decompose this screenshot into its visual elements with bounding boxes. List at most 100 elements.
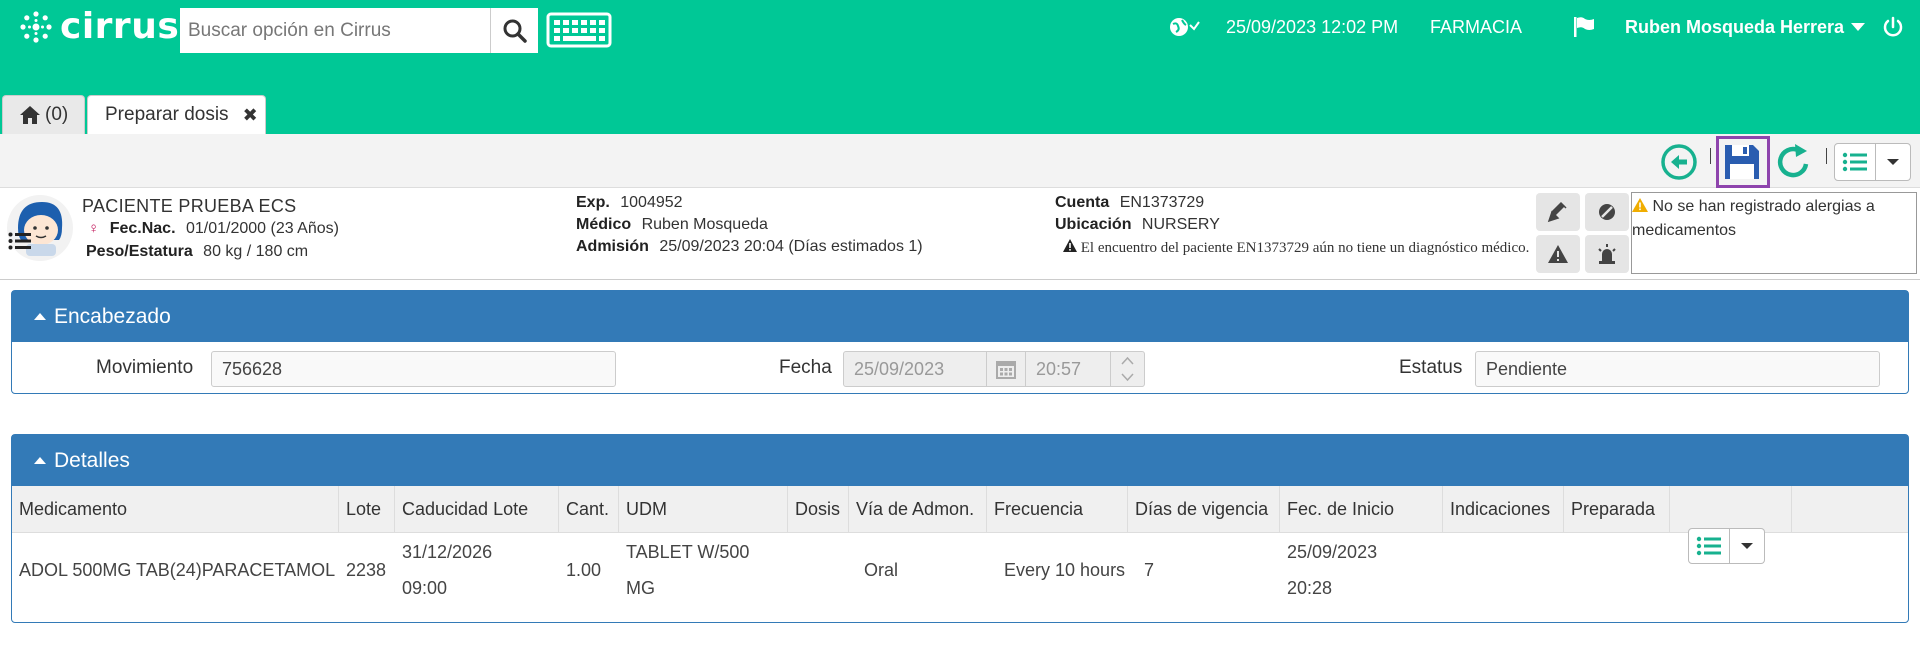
toolbar-separator bbox=[1710, 148, 1711, 164]
notifications-button[interactable] bbox=[1572, 0, 1596, 54]
column-header[interactable]: Vía de Admon. bbox=[849, 486, 987, 533]
row-options-dropdown[interactable] bbox=[1730, 528, 1765, 564]
column-header[interactable]: Fec. de Inicio bbox=[1280, 486, 1443, 533]
column-header[interactable]: Caducidad Lote bbox=[395, 486, 559, 533]
app-logo[interactable]: cirrus bbox=[18, 6, 179, 47]
column-header[interactable]: Preparada bbox=[1564, 486, 1670, 533]
birth-label: Fec.Nac. bbox=[109, 220, 176, 237]
caret-down-icon bbox=[1741, 543, 1753, 549]
search-button[interactable] bbox=[490, 8, 538, 53]
cell-dias: 7 bbox=[1144, 560, 1155, 580]
search-input[interactable] bbox=[180, 8, 490, 53]
cell-via: Oral bbox=[864, 560, 899, 580]
column-header[interactable]: Indicaciones bbox=[1443, 486, 1564, 533]
syringe-icon bbox=[1547, 201, 1567, 223]
list-icon bbox=[1842, 152, 1867, 172]
caret-down-icon bbox=[1851, 23, 1866, 31]
detalles-header[interactable]: Detalles bbox=[12, 435, 1908, 486]
column-header[interactable]: Medicamento bbox=[12, 486, 339, 533]
cell-udm-cont: MG bbox=[626, 578, 655, 598]
movimiento-field[interactable]: 756628 bbox=[211, 351, 616, 387]
list-icon bbox=[1696, 536, 1721, 556]
diagnosis-warning-text: El encuentro del paciente EN1373729 aún … bbox=[1080, 240, 1530, 256]
back-button[interactable] bbox=[1659, 142, 1699, 187]
estatus-field[interactable]: Pendiente bbox=[1475, 351, 1880, 387]
tab-preparar-dosis[interactable]: Preparar dosis ✖ bbox=[87, 95, 266, 134]
detalles-panel: Detalles Medicamento Lote Caducidad Lote… bbox=[11, 434, 1909, 623]
patient-doctor: Médico Ruben Mosqueda bbox=[576, 216, 768, 234]
refresh-icon bbox=[1777, 144, 1809, 178]
siren-icon bbox=[1598, 244, 1616, 264]
language-selector[interactable] bbox=[1168, 0, 1202, 54]
exp-label: Exp. bbox=[576, 194, 610, 211]
row-actions-group bbox=[1688, 528, 1765, 564]
tab-home-label: (0) bbox=[45, 104, 69, 125]
column-header[interactable]: Frecuencia bbox=[987, 486, 1128, 533]
admission-value: 25/09/2023 20:04 (Días estimados 1) bbox=[659, 238, 923, 255]
patient-menu-button[interactable] bbox=[8, 232, 32, 255]
encabezado-title: Encabezado bbox=[54, 304, 171, 328]
cell-inicio-time: 20:28 bbox=[1287, 578, 1333, 598]
keyboard-button[interactable] bbox=[546, 12, 612, 48]
restrictions-button[interactable] bbox=[1585, 193, 1629, 231]
calendar-button[interactable] bbox=[986, 351, 1026, 387]
hora-stepper[interactable] bbox=[1110, 351, 1145, 387]
account-value: EN1373729 bbox=[1119, 194, 1205, 211]
alerts-button[interactable] bbox=[1536, 235, 1580, 273]
flag-icon bbox=[1574, 17, 1594, 37]
emergency-button[interactable] bbox=[1585, 235, 1629, 273]
list-icon bbox=[8, 232, 31, 250]
cirrus-logo-icon bbox=[20, 10, 52, 43]
options-button-group bbox=[1834, 143, 1911, 181]
column-header[interactable]: Días de vigencia bbox=[1128, 486, 1280, 533]
list-button[interactable] bbox=[1834, 143, 1876, 181]
logout-button[interactable] bbox=[1882, 0, 1904, 54]
save-button[interactable] bbox=[1722, 142, 1762, 187]
allergy-warning-icon bbox=[1632, 196, 1648, 219]
location-label: Ubicación bbox=[1055, 216, 1132, 233]
patient-avatar[interactable] bbox=[4, 192, 74, 267]
weight-label: Peso/Estatura bbox=[86, 243, 193, 260]
column-header[interactable]: Cant. bbox=[559, 486, 619, 533]
warning-icon bbox=[1063, 239, 1077, 252]
search-icon bbox=[503, 19, 527, 43]
column-header-actions bbox=[1670, 486, 1792, 533]
doctor-value: Ruben Mosqueda bbox=[641, 216, 768, 233]
vitals-button[interactable] bbox=[1536, 193, 1580, 231]
exp-value: 1004952 bbox=[620, 194, 683, 211]
column-header[interactable]: Lote bbox=[339, 486, 395, 533]
keyboard-icon bbox=[546, 12, 612, 48]
patient-weight: Peso/Estatura 80 kg / 180 cm bbox=[86, 243, 308, 261]
column-header[interactable]: Dosis bbox=[788, 486, 849, 533]
home-icon bbox=[20, 106, 40, 124]
patient-location: Ubicación NURSERY bbox=[1055, 216, 1220, 234]
toolbar-separator bbox=[1826, 148, 1827, 164]
encabezado-header[interactable]: Encabezado bbox=[12, 291, 1908, 342]
allergy-text: No se han registrado alergias a medicame… bbox=[1632, 198, 1875, 239]
column-header[interactable]: UDM bbox=[619, 486, 788, 533]
tab-home[interactable]: (0) bbox=[2, 95, 85, 134]
user-menu[interactable]: Ruben Mosqueda Herrera bbox=[1625, 0, 1866, 54]
cell-frecuencia: Every 10 hours bbox=[1004, 560, 1126, 580]
table-header: Medicamento Lote Caducidad Lote Cant. UD… bbox=[12, 486, 1908, 533]
search-bar bbox=[180, 8, 538, 53]
location-value: NURSERY bbox=[1141, 216, 1220, 233]
cell-caducidad: 31/12/2026 bbox=[402, 542, 493, 562]
collapse-icon bbox=[34, 313, 46, 320]
hora-field[interactable]: 20:57 bbox=[1025, 351, 1111, 387]
movimiento-label: Movimiento bbox=[96, 357, 194, 378]
allergy-notice: No se han registrado alergias a medicame… bbox=[1631, 192, 1917, 274]
collapse-icon bbox=[34, 457, 46, 464]
patient-name[interactable]: PACIENTE PRUEBA ECS bbox=[82, 196, 296, 217]
fecha-field[interactable]: 25/09/2023 bbox=[843, 351, 987, 387]
action-toolbar bbox=[0, 134, 1920, 188]
tab-close-icon[interactable]: ✖ bbox=[243, 105, 258, 126]
caret-down-icon bbox=[1887, 159, 1899, 165]
refresh-button[interactable] bbox=[1774, 142, 1814, 187]
tab-label: Preparar dosis bbox=[105, 104, 229, 125]
header-area[interactable]: FARMACIA bbox=[1430, 0, 1522, 54]
options-dropdown-button[interactable] bbox=[1876, 143, 1911, 181]
cell-cant: 1.00 bbox=[566, 560, 602, 580]
save-icon bbox=[1725, 145, 1759, 179]
row-list-button[interactable] bbox=[1688, 528, 1730, 564]
